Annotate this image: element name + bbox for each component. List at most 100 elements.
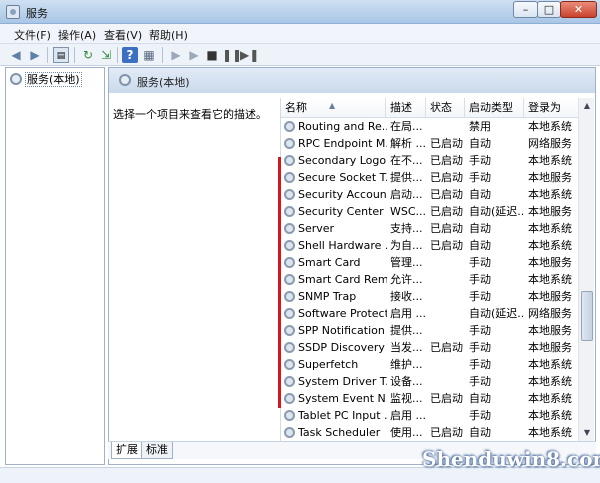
service-startup-type: 手动 [469,358,491,371]
service-logon-as: 本地系统 [528,426,572,439]
service-logon-as: 本地系统 [528,154,572,167]
service-row[interactable]: System Event N... 监视... 已启动 自动 本地系统 [281,390,583,407]
service-row[interactable]: Superfetch 维护... 手动 本地系统 [281,356,583,373]
services-app-icon [6,5,20,19]
service-gear-icon [284,121,295,132]
service-gear-icon [284,206,295,217]
scroll-up-icon[interactable]: ▲ [580,99,594,113]
scroll-down-icon[interactable]: ▼ [580,426,594,440]
toolbar-separator [117,47,118,63]
service-name: Task Scheduler [298,426,381,439]
properties-icon[interactable]: ▦ [141,47,157,63]
highlight-annotation [278,157,281,408]
tree-item-services-local[interactable]: 服务(本地) [10,71,82,87]
service-description: 管理... [390,256,423,269]
service-row[interactable]: Software Protect...启用 ... 自动(延迟...网络服务 [281,305,583,322]
service-status: 已启动 [430,222,463,235]
service-row[interactable]: System Driver T... 设备... 手动 本地系统 [281,373,583,390]
service-logon-as: 本地系统 [528,120,572,133]
service-name-cell: SPP Notification ... [284,322,387,339]
service-status: 已启动 [430,188,463,201]
service-logon-as: 本地系统 [528,239,572,252]
column-header-startup-type[interactable]: 启动类型 [465,98,524,118]
service-status: 已启动 [430,239,463,252]
service-status: 已启动 [430,341,463,354]
tab-standard[interactable]: 标准 [141,442,173,459]
service-row[interactable]: Task Scheduler 使用... 已启动 自动 本地系统 [281,424,583,441]
menu-help[interactable]: 帮助(H) [149,27,188,43]
service-description: 接收... [390,290,423,303]
service-status: 已启动 [430,154,463,167]
menu-action[interactable]: 操作(A) [58,27,96,43]
service-name: Superfetch [298,358,359,371]
service-row[interactable]: Shell Hardware ... 为自... 已启动 自动 本地系统 [281,237,583,254]
service-name-cell: Secure Socket T... [284,169,387,186]
service-row[interactable]: Security Account...启动... 已启动自动 本地系统 [281,186,583,203]
forward-icon[interactable]: ▶ [27,47,43,63]
service-startup-type: 手动 [469,341,491,354]
column-header-description[interactable]: 描述 [386,98,426,118]
service-startup-type: 自动(延迟... [469,307,525,320]
minimize-button[interactable]: – [513,1,538,18]
service-gear-icon [284,359,295,370]
service-startup-type: 手动 [469,324,491,337]
service-row[interactable]: SNMP Trap 接收... 手动 本地服务 [281,288,583,305]
gear-icon [10,73,22,85]
start-icon[interactable]: ▶ [168,47,184,63]
service-row[interactable]: SPP Notification ...提供... 手动 本地服务 [281,322,583,339]
restart-icon[interactable]: ▶❚ [240,47,259,63]
service-description: 启用 ... [390,307,426,320]
toolbar-separator [47,47,48,63]
service-name: Routing and Re... [298,120,387,133]
tab-extended[interactable]: 扩展 [111,442,143,459]
service-name: Server [298,222,335,235]
maximize-button[interactable]: □ [537,1,561,18]
tree-pane: 服务(本地) [5,67,105,465]
service-logon-as: 本地系统 [528,409,572,422]
refresh-icon[interactable]: ↻ [80,47,96,63]
service-name: System Event N... [298,392,387,405]
service-description: 设备... [390,375,423,388]
service-startup-type: 自动 [469,239,491,252]
close-button[interactable]: ✕ [560,1,597,18]
service-status: 已启动 [430,392,463,405]
service-row[interactable]: RPC Endpoint M... 解析 ... 已启动 自动 网络服务 [281,135,583,152]
service-row[interactable]: Smart Card 管理... 手动 本地服务 [281,254,583,271]
service-name: System Driver T... [298,375,387,388]
service-row[interactable]: Secure Socket T... 提供... 已启动 手动 本地服务 [281,169,583,186]
back-icon[interactable]: ◀ [8,47,24,63]
service-startup-type: 自动 [469,392,491,405]
menu-view[interactable]: 查看(V) [104,27,142,43]
service-name: Secure Socket T... [298,171,387,184]
vertical-scrollbar[interactable]: ▲ ▼ [578,98,594,441]
service-row[interactable]: SSDP Discovery 当发... 已启动 手动 本地服务 [281,339,583,356]
column-header-logon-as[interactable]: 登录为 [524,98,583,118]
export-list-icon[interactable]: ⇲ [98,47,114,63]
menu-bar: 文件(F) 操作(A) 查看(V) 帮助(H) [0,24,600,44]
column-header-name[interactable]: ▲ 名称 [281,98,386,118]
scroll-thumb[interactable] [581,291,593,341]
service-name-cell: RPC Endpoint M... [284,135,387,152]
service-gear-icon [284,172,295,183]
service-row[interactable]: Routing and Re... 在局... 禁用 本地系统 [281,118,583,135]
start-alt-icon[interactable]: ▶ [186,47,202,63]
service-gear-icon [284,223,295,234]
service-description: 启动... [390,188,423,201]
service-description: 使用... [390,426,423,439]
help-icon[interactable]: ? [122,47,138,63]
pause-icon[interactable]: ❚❚ [222,47,242,63]
service-logon-as: 本地服务 [528,256,572,269]
stop-icon[interactable]: ■ [204,47,220,63]
service-row[interactable]: Secondary Logon 在不... 已启动 手动 本地系统 [281,152,583,169]
menu-file[interactable]: 文件(F) [14,27,51,43]
service-startup-type: 手动 [469,171,491,184]
show-hide-tree-icon[interactable]: ▤ [53,47,69,63]
service-name: Secondary Logon [298,154,387,167]
service-row[interactable]: Smart Card Rem...允许... 手动 本地系统 [281,271,583,288]
service-row[interactable]: Tablet PC Input ... 启用 ... 手动 本地系统 [281,407,583,424]
service-row[interactable]: Server 支持... 已启动 自动 本地系统 [281,220,583,237]
service-name-cell: Security Center [284,203,387,220]
service-gear-icon [284,342,295,353]
service-row[interactable]: Security Center WSC... 已启动 自动(延迟... 本地服务 [281,203,583,220]
column-header-status[interactable]: 状态 [426,98,465,118]
